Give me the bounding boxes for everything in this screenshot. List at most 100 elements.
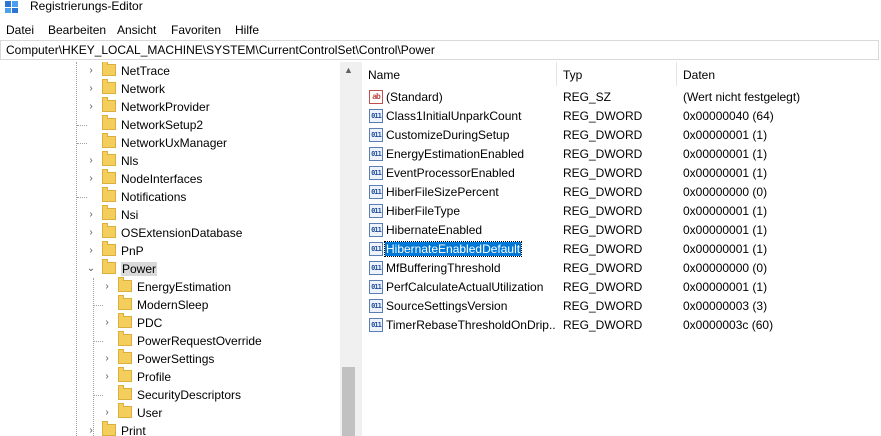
chevron-down-icon[interactable]: ⌄ bbox=[86, 262, 96, 276]
value-type: REG_DWORD bbox=[563, 204, 643, 218]
value-row[interactable]: 011 CustomizeDuringSetup REG_DWORD 0x000000… bbox=[362, 126, 881, 145]
value-row[interactable]: 011 SourceSettingsVersion REG_DWORD 0x00000… bbox=[362, 297, 881, 316]
tree-item[interactable]: › User bbox=[0, 403, 340, 422]
value-type: REG_DWORD bbox=[563, 280, 643, 294]
scroll-up-arrow-icon[interactable]: ▲ bbox=[340, 62, 357, 79]
tree-item[interactable]: NetworkSetup2 bbox=[0, 115, 340, 134]
chevron-right-icon[interactable]: › bbox=[86, 226, 96, 240]
tree-item[interactable]: ModernSleep bbox=[0, 295, 340, 314]
value-row[interactable]: 011 HiberFileSizePercent REG_DWORD 0x000000… bbox=[362, 183, 881, 202]
folder-icon bbox=[102, 115, 116, 130]
value-type: REG_DWORD bbox=[563, 261, 643, 275]
folder-icon bbox=[118, 295, 132, 310]
value-data: (Wert nicht festgelegt) bbox=[683, 90, 801, 104]
folder-icon bbox=[102, 133, 116, 148]
menu-ansicht[interactable]: Ansicht bbox=[117, 23, 156, 37]
tree-item[interactable]: › PowerSettings bbox=[0, 349, 340, 368]
chevron-right-icon[interactable]: › bbox=[86, 100, 96, 114]
tree-connector bbox=[93, 341, 103, 342]
value-type: REG_DWORD bbox=[563, 242, 643, 256]
tree-item[interactable]: › Nls bbox=[0, 151, 340, 170]
tree-item[interactable]: › EnergyEstimation bbox=[0, 277, 340, 296]
value-data: 0x00000001 (1) bbox=[683, 166, 768, 180]
value-row[interactable]: 011 HiberFileType REG_DWORD 0x00000001 (1) bbox=[362, 202, 881, 221]
tree-item[interactable]: › Network bbox=[0, 79, 340, 98]
tree-item[interactable]: › OSExtensionDatabase bbox=[0, 223, 340, 242]
tree-item-label: Print bbox=[121, 424, 146, 436]
menu-favoriten[interactable]: Favoriten bbox=[171, 23, 221, 37]
scroll-thumb[interactable] bbox=[342, 367, 355, 436]
folder-icon bbox=[118, 313, 132, 328]
values-list[interactable]: Name Typ Daten ab (Standard) REG_SZ (Wert n… bbox=[362, 62, 881, 436]
tree-item[interactable]: › Nsi bbox=[0, 205, 340, 224]
tree-item[interactable]: › PDC bbox=[0, 313, 340, 332]
column-header-type[interactable]: Typ bbox=[557, 62, 676, 86]
menu-bar: Datei Bearbeiten Ansicht Favoriten Hilfe bbox=[0, 20, 881, 40]
binary-value-icon: 011 bbox=[369, 204, 383, 218]
column-header-name[interactable]: Name bbox=[362, 62, 556, 86]
value-row[interactable]: ab (Standard) REG_SZ (Wert nicht festgelegt… bbox=[362, 88, 881, 107]
key-tree[interactable]: › NetTrace › Network › NetworkProvider Network… bbox=[0, 62, 340, 436]
binary-value-icon: 011 bbox=[369, 223, 383, 237]
value-row[interactable]: 011 MfBufferingThreshold REG_DWORD 0x000000… bbox=[362, 259, 881, 278]
tree-item[interactable]: SecurityDescriptors bbox=[0, 385, 340, 404]
chevron-right-icon[interactable]: › bbox=[102, 280, 112, 294]
folder-icon bbox=[118, 349, 132, 364]
chevron-right-icon[interactable]: › bbox=[102, 406, 112, 420]
value-row[interactable]: 011 TimerRebaseThresholdOnDrip... REG_DWOR… bbox=[362, 316, 881, 335]
value-row[interactable]: 011 Class1InitialUnparkCount REG_DWORD 0x00… bbox=[362, 107, 881, 126]
chevron-right-icon[interactable]: › bbox=[86, 64, 96, 78]
tree-item-label: PowerSettings bbox=[137, 352, 215, 366]
value-row[interactable]: 011 EventProcessorEnabled REG_DWORD 0x00000… bbox=[362, 164, 881, 183]
tree-item-label: NetworkProvider bbox=[121, 100, 210, 114]
chevron-right-icon[interactable]: › bbox=[86, 172, 96, 186]
chevron-right-icon[interactable]: › bbox=[102, 352, 112, 366]
value-data: 0x00000001 (1) bbox=[683, 280, 768, 294]
value-name: HiberFileSizePercent bbox=[386, 185, 499, 199]
chevron-right-icon[interactable]: › bbox=[86, 208, 96, 222]
tree-item-label: NetworkSetup2 bbox=[121, 118, 204, 132]
column-header-data[interactable]: Daten bbox=[677, 62, 881, 86]
chevron-right-icon[interactable]: › bbox=[86, 244, 96, 258]
chevron-right-icon[interactable]: › bbox=[86, 424, 96, 436]
value-type: REG_DWORD bbox=[563, 185, 643, 199]
value-row[interactable]: 011 PerfCalculateActualUtilization REG_DWO… bbox=[362, 278, 881, 297]
address-text: Computer\HKEY_LOCAL_MACHINE\SYSTEM\Curre… bbox=[6, 43, 435, 57]
chevron-right-icon[interactable]: › bbox=[102, 316, 112, 330]
tree-item-label: EnergyEstimation bbox=[137, 280, 232, 294]
chevron-right-icon[interactable]: › bbox=[86, 82, 96, 96]
tree-item[interactable]: › NetworkProvider bbox=[0, 97, 340, 116]
tree-item[interactable]: › PnP bbox=[0, 241, 340, 260]
tree-item[interactable]: › Print bbox=[0, 421, 340, 436]
value-name: Class1InitialUnparkCount bbox=[386, 109, 522, 123]
value-type: REG_DWORD bbox=[563, 147, 643, 161]
value-row[interactable]: 011 HibernateEnabledDefault REG_DWORD 0x000… bbox=[362, 240, 881, 259]
tree-item[interactable]: NetworkUxManager bbox=[0, 133, 340, 152]
tree-scrollbar[interactable]: ▲ bbox=[340, 62, 357, 436]
menu-hilfe[interactable]: Hilfe bbox=[235, 23, 259, 37]
tree-item[interactable]: ⌄ Power bbox=[0, 259, 340, 278]
chevron-right-icon[interactable]: › bbox=[86, 154, 96, 168]
menu-datei[interactable]: Datei bbox=[6, 23, 34, 37]
binary-value-icon: 011 bbox=[369, 242, 383, 256]
folder-icon bbox=[102, 241, 116, 256]
binary-value-icon: 011 bbox=[369, 261, 383, 275]
tree-item-label: PDC bbox=[137, 316, 163, 330]
binary-value-icon: 011 bbox=[369, 128, 383, 142]
value-row[interactable]: 011 EnergyEstimationEnabled REG_DWORD 0x000… bbox=[362, 145, 881, 164]
address-bar[interactable]: Computer\HKEY_LOCAL_MACHINE\SYSTEM\Curre… bbox=[0, 40, 879, 60]
binary-value-icon: 011 bbox=[369, 280, 383, 294]
value-data: 0x00000000 (0) bbox=[683, 185, 768, 199]
tree-item[interactable]: PowerRequestOverride bbox=[0, 331, 340, 350]
tree-item[interactable]: Notifications bbox=[0, 187, 340, 206]
value-row[interactable]: 011 HibernateEnabled REG_DWORD 0x00000001 (… bbox=[362, 221, 881, 240]
value-data: 0x00000001 (1) bbox=[683, 204, 768, 218]
tree-item[interactable]: › Profile bbox=[0, 367, 340, 386]
value-data: 0x00000003 (3) bbox=[683, 299, 768, 313]
tree-item[interactable]: › NodeInterfaces bbox=[0, 169, 340, 188]
value-data: 0x00000001 (1) bbox=[683, 147, 768, 161]
chevron-right-icon[interactable]: › bbox=[102, 370, 112, 384]
tree-item[interactable]: › NetTrace bbox=[0, 62, 340, 80]
tree-item-label: PnP bbox=[121, 244, 144, 258]
menu-bearbeiten[interactable]: Bearbeiten bbox=[48, 23, 106, 37]
